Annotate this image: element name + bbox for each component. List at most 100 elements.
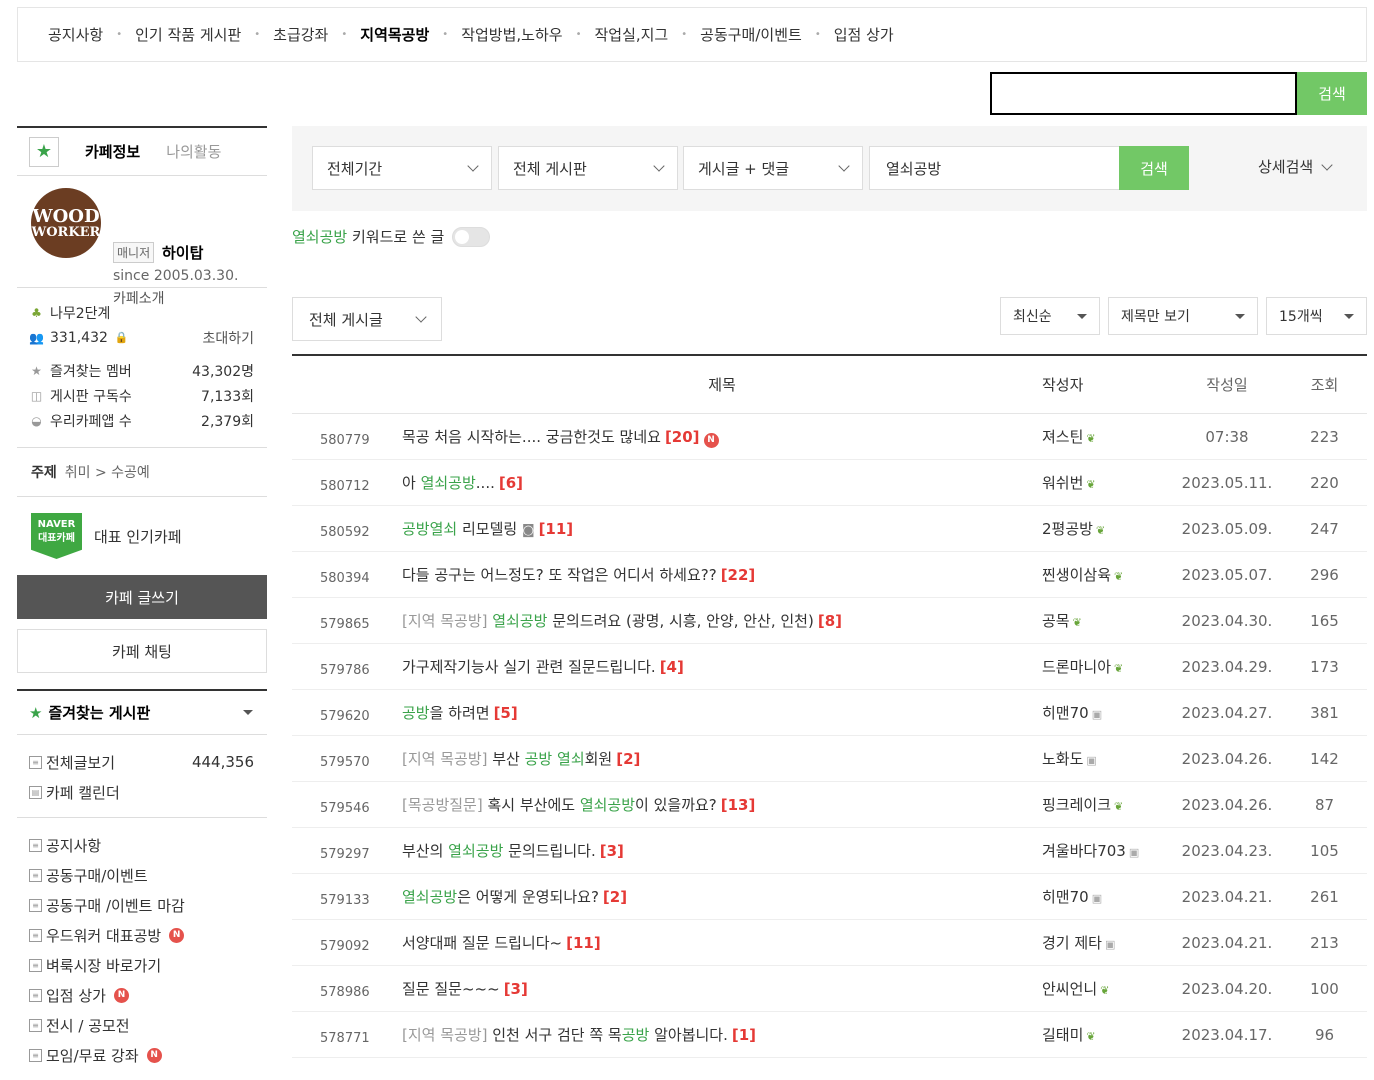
header-date: 작성일 — [1206, 376, 1248, 394]
view-select[interactable]: 제목만 보기 — [1108, 297, 1258, 335]
post-title-link[interactable]: [목공방질문] 혹시 부산에도 열쇠공방이 있을까요? [13] — [402, 794, 1042, 815]
post-author[interactable]: 2평공방 ❦ — [1042, 518, 1172, 539]
sidebar-board-item[interactable]: ≡ 공동구매/이벤트 — [29, 860, 254, 890]
post-views: 96 — [1314, 1025, 1335, 1044]
comment-count[interactable]: [11] — [539, 520, 574, 538]
cafe-profile: WOOD WORKER 매니저 하이탑 since 2005.03.30. 카페… — [17, 176, 267, 307]
comment-count[interactable]: [3] — [600, 842, 624, 860]
nav-item[interactable]: 작업실,지그 — [594, 24, 668, 45]
board-select[interactable]: 전체 게시판 — [498, 146, 678, 190]
tab-cafe-info[interactable]: 카페정보 — [85, 141, 140, 162]
keyword-input[interactable]: 열쇠공방 — [869, 146, 1119, 190]
sidebar-board-item[interactable]: ≡ 모임/무료 강좌 N — [29, 1040, 254, 1070]
tab-my-activity[interactable]: 나의활동 — [166, 141, 221, 162]
menu-calendar[interactable]: ▤ 카페 캘린더 — [29, 777, 254, 807]
comment-count[interactable]: [22] — [721, 566, 756, 584]
nav-separator: • — [341, 29, 348, 40]
per-page-select[interactable]: 15개씩 — [1266, 297, 1367, 335]
comment-count[interactable]: [4] — [660, 658, 684, 676]
sidebar-board-item[interactable]: ≡ 전시 / 공모전 — [29, 1010, 254, 1040]
post-author[interactable]: 드론마니아 ❦ — [1042, 656, 1172, 677]
post-title-link[interactable]: [지역 목공방] 부산 공방 열쇠회원 [2] — [402, 748, 1042, 769]
fav-member-count: 43,302명 — [192, 363, 254, 380]
post-author[interactable]: 길태미 ❦ — [1042, 1024, 1172, 1045]
keyword-highlight: 열쇠공방 — [292, 228, 348, 246]
post-author[interactable]: 히맨70 ▣ — [1042, 702, 1172, 723]
post-title-link[interactable]: 서양대패 질문 드립니다~ [11] — [402, 932, 1042, 953]
comment-count[interactable]: [5] — [494, 704, 518, 722]
post-title-link[interactable]: 공방을 하려면 [5] — [402, 702, 1042, 723]
topic-value[interactable]: 취미 > 수공예 — [65, 462, 150, 482]
post-title-link[interactable]: 열쇠공방은 어떻게 운영되나요? [2] — [402, 886, 1042, 907]
global-search-button[interactable]: 검색 — [1297, 72, 1367, 115]
keyword-toggle[interactable] — [452, 226, 491, 247]
caret-down-icon[interactable] — [243, 710, 253, 715]
comment-count[interactable]: [20] — [665, 428, 700, 446]
nav-item[interactable]: 입점 상가 — [834, 24, 894, 45]
table-row: 579865 [지역 목공방] 열쇠공방 문의드려요 (광명, 시흥, 안양, 안… — [292, 598, 1367, 644]
comment-count[interactable]: [2] — [603, 888, 627, 906]
fav-board-header[interactable]: ★ 즐겨찾는 게시판 — [17, 689, 267, 735]
post-title-link[interactable]: 질문 질문~~~ [3] — [402, 978, 1042, 999]
nav-item[interactable]: 인기 작품 게시판 — [135, 24, 241, 45]
comment-count[interactable]: [2] — [616, 750, 640, 768]
post-number: 578986 — [320, 985, 370, 1000]
post-author[interactable]: 겨울바다703 ▣ — [1042, 840, 1172, 861]
post-author[interactable]: 공목 ❦ — [1042, 610, 1172, 631]
post-author[interactable]: 안씨언니 ❦ — [1042, 978, 1172, 999]
sidebar-board-item[interactable]: ≡ 벼룩시장 바로가기 — [29, 950, 254, 980]
sidebar-board-item[interactable]: ≡ 입점 상가 N — [29, 980, 254, 1010]
naver-representative: NAVER 대표카페 대표 인기카페 — [17, 497, 267, 575]
sort-select[interactable]: 최신순 — [1000, 297, 1100, 335]
invite-link[interactable]: 초대하기 — [202, 328, 254, 348]
nav-item[interactable]: 초급강좌 — [273, 24, 328, 45]
comment-count[interactable]: [11] — [566, 934, 601, 952]
sidebar-board-item[interactable]: ≡ 공지사항 — [29, 830, 254, 860]
nav-item[interactable]: 공지사항 — [48, 24, 103, 45]
manager-name[interactable]: 하이탑 — [162, 242, 203, 263]
post-title-link[interactable]: 부산의 열쇠공방 문의드립니다. [3] — [402, 840, 1042, 861]
post-views: 142 — [1310, 749, 1339, 768]
members-icon: 👥 — [29, 330, 44, 345]
nav-item[interactable]: 작업방법,노하우 — [461, 24, 562, 45]
nav-item[interactable]: 공동구매/이벤트 — [700, 24, 802, 45]
post-author[interactable]: 히맨70 ▣ — [1042, 886, 1172, 907]
nav-separator: • — [442, 29, 449, 40]
advanced-search-button[interactable]: 상세검색 — [1258, 156, 1333, 177]
naver-text[interactable]: 대표 인기카페 — [94, 526, 182, 547]
sidebar-board-item[interactable]: ≡ 우드워커 대표공방 N — [29, 920, 254, 950]
comment-count[interactable]: [8] — [818, 612, 842, 630]
post-title-link[interactable]: 다들 공구는 어느정도? 또 작업은 어디서 하세요?? [22] — [402, 564, 1042, 585]
post-author[interactable]: 경기 제타 ▣ — [1042, 932, 1172, 953]
member-count[interactable]: 331,432 — [50, 330, 108, 346]
cafe-intro-link[interactable]: 카페소개 — [113, 288, 165, 308]
scope-select[interactable]: 게시글 + 댓글 — [683, 146, 863, 190]
post-title-link[interactable]: 목공 처음 시작하는.... 궁금한것도 많네요 [20] N — [402, 426, 1042, 448]
star-icon[interactable]: ★ — [29, 136, 59, 167]
nav-item[interactable]: 지역목공방 — [360, 24, 429, 45]
cafe-logo: WOOD WORKER — [31, 188, 101, 258]
comment-count[interactable]: [1] — [732, 1026, 756, 1044]
period-select[interactable]: 전체기간 — [312, 146, 492, 190]
all-posts-filter[interactable]: 전체 게시글 — [292, 297, 442, 341]
global-search-input[interactable] — [990, 72, 1297, 115]
comment-count[interactable]: [6] — [499, 474, 523, 492]
post-title-link[interactable]: [지역 목공방] 열쇠공방 문의드려요 (광명, 시흥, 안양, 안산, 인천)… — [402, 610, 1042, 631]
search-button[interactable]: 검색 — [1119, 146, 1189, 190]
table-row: 579570 [지역 목공방] 부산 공방 열쇠회원 [2] 노화도 ▣ 2023.04.… — [292, 736, 1367, 782]
cafe-chat-button[interactable]: 카페 채팅 — [17, 629, 267, 673]
comment-count[interactable]: [3] — [504, 980, 528, 998]
post-title-link[interactable]: 아 열쇠공방.... [6] — [402, 472, 1042, 493]
post-author[interactable]: 핑크레이크 ❦ — [1042, 794, 1172, 815]
menu-all-posts[interactable]: ≡ 전체글보기 444,356 — [29, 747, 254, 777]
comment-count[interactable]: [13] — [721, 796, 756, 814]
post-author[interactable]: 찐생이삼육 ❦ — [1042, 564, 1172, 585]
post-author[interactable]: 노화도 ▣ — [1042, 748, 1172, 769]
post-title-link[interactable]: 가구제작기능사 실기 관련 질문드립니다. [4] — [402, 656, 1042, 677]
post-title-link[interactable]: [지역 목공방] 인천 서구 검단 쪽 목공방 알아봅니다. [1] — [402, 1024, 1042, 1045]
cafe-write-button[interactable]: 카페 글쓰기 — [17, 575, 267, 619]
sidebar-board-item[interactable]: ≡ 공동구매 /이벤트 마감 — [29, 890, 254, 920]
post-author[interactable]: 워쉬번 ❦ — [1042, 472, 1172, 493]
post-title-link[interactable]: 공방열쇠 리모델링 ◙ [11] — [402, 518, 1042, 539]
post-author[interactable]: 져스틴 ❦ — [1042, 426, 1172, 447]
